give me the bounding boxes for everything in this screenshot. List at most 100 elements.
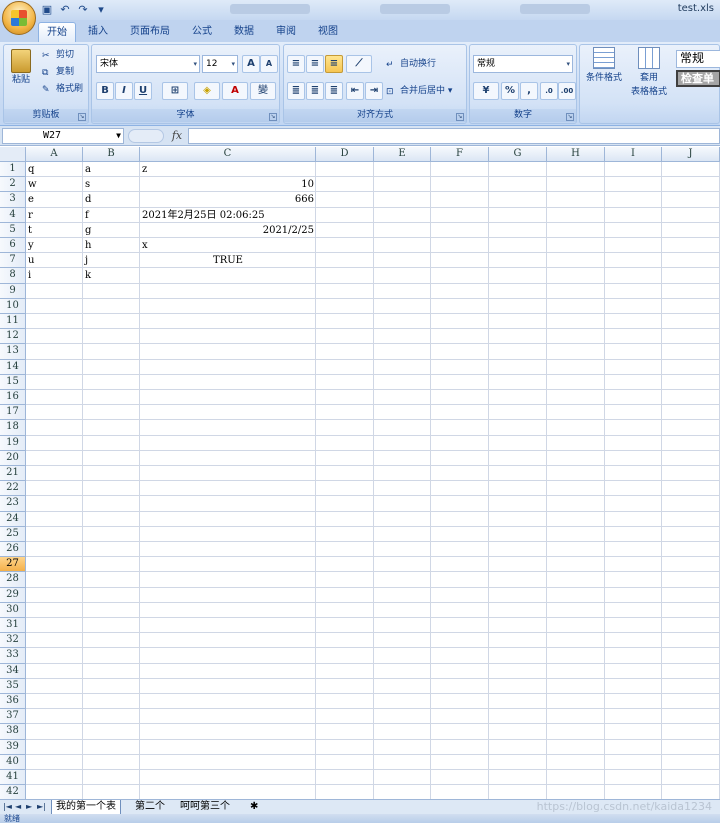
cell-c4[interactable]: 2021年2月25日 02:06:25 bbox=[140, 208, 316, 223]
save-icon[interactable]: ▣ bbox=[40, 3, 54, 17]
customize-qat-icon[interactable]: ▾ bbox=[94, 3, 108, 17]
fill-color-button[interactable]: ◈ bbox=[194, 82, 220, 100]
undo-icon[interactable]: ↶ bbox=[58, 3, 72, 17]
row-header-2[interactable]: 2 bbox=[0, 177, 26, 193]
row-header-41[interactable]: 41 bbox=[0, 770, 26, 786]
insert-sheet-button[interactable]: ✱ bbox=[246, 800, 262, 814]
tab-data[interactable]: 数据 bbox=[228, 22, 260, 42]
row-header-30[interactable]: 30 bbox=[0, 602, 26, 618]
decrease-indent-button[interactable]: ⇤ bbox=[346, 82, 364, 100]
column-header-d[interactable]: D bbox=[316, 147, 374, 162]
cell-a1[interactable]: q bbox=[26, 162, 83, 177]
cell-b3[interactable]: d bbox=[83, 192, 140, 207]
copy-button[interactable]: ⧉ 复制 bbox=[42, 65, 74, 79]
column-header-a[interactable]: A bbox=[26, 147, 83, 162]
row-header-10[interactable]: 10 bbox=[0, 298, 26, 314]
row-header-5[interactable]: 5 bbox=[0, 222, 26, 238]
accounting-format-button[interactable]: ¥ bbox=[473, 82, 499, 100]
orientation-button[interactable]: ⟋ bbox=[346, 55, 372, 73]
sheet-tab-1[interactable]: 我的第一个表 bbox=[51, 800, 121, 814]
row-header-31[interactable]: 31 bbox=[0, 618, 26, 634]
tab-view[interactable]: 视图 bbox=[312, 22, 344, 42]
align-right-button[interactable]: ≣ bbox=[325, 82, 343, 100]
row-header-26[interactable]: 26 bbox=[0, 542, 26, 558]
row-header-36[interactable]: 36 bbox=[0, 694, 26, 710]
font-launcher-icon[interactable]: ↘ bbox=[269, 113, 277, 121]
borders-button[interactable]: ⊞ bbox=[162, 82, 188, 100]
row-header-21[interactable]: 21 bbox=[0, 466, 26, 482]
paste-button[interactable]: 粘贴 bbox=[8, 49, 34, 99]
alignment-launcher-icon[interactable]: ↘ bbox=[456, 113, 464, 121]
column-header-j[interactable]: J bbox=[662, 147, 720, 162]
row-header-35[interactable]: 35 bbox=[0, 678, 26, 694]
cell-c2[interactable]: 10 bbox=[140, 177, 316, 192]
redo-icon[interactable]: ↷ bbox=[76, 3, 90, 17]
cell-a3[interactable]: e bbox=[26, 192, 83, 207]
insert-function-button[interactable]: fx bbox=[166, 128, 188, 144]
decrease-decimal-button[interactable]: .00 bbox=[558, 82, 576, 100]
select-all-button[interactable] bbox=[0, 147, 26, 162]
first-sheet-icon[interactable]: |◄ bbox=[3, 800, 12, 814]
italic-button[interactable]: I bbox=[115, 82, 133, 100]
row-header-18[interactable]: 18 bbox=[0, 420, 26, 436]
column-header-e[interactable]: E bbox=[374, 147, 431, 162]
row-header-15[interactable]: 15 bbox=[0, 374, 26, 390]
row-header-23[interactable]: 23 bbox=[0, 496, 26, 512]
prev-sheet-icon[interactable]: ◄ bbox=[15, 800, 21, 814]
percent-button[interactable]: % bbox=[501, 82, 519, 100]
column-header-f[interactable]: F bbox=[431, 147, 489, 162]
cell-b8[interactable]: k bbox=[83, 268, 140, 283]
font-color-button[interactable]: A bbox=[222, 82, 248, 100]
format-painter-button[interactable]: ✎ 格式刷 bbox=[42, 82, 83, 96]
tab-page-layout[interactable]: 页面布局 bbox=[122, 22, 178, 42]
row-header-37[interactable]: 37 bbox=[0, 709, 26, 725]
tab-insert[interactable]: 插入 bbox=[80, 22, 116, 42]
row-header-24[interactable]: 24 bbox=[0, 511, 26, 527]
cell-b4[interactable]: f bbox=[83, 208, 140, 223]
row-header-4[interactable]: 4 bbox=[0, 207, 26, 223]
worksheet-grid[interactable]: A B C D E F G H I J 1 2 3 4 5 6 7 8 9 10 11 12 13 14 15 16 17 18 19 2… bbox=[0, 147, 720, 799]
row-header-39[interactable]: 39 bbox=[0, 739, 26, 755]
grow-font-button[interactable]: A bbox=[242, 55, 260, 73]
row-header-12[interactable]: 12 bbox=[0, 329, 26, 345]
cell-a4[interactable]: r bbox=[26, 208, 83, 223]
cell-b5[interactable]: g bbox=[83, 223, 140, 238]
cell-b2[interactable]: s bbox=[83, 177, 140, 192]
align-bottom-button[interactable]: ≡ bbox=[325, 55, 343, 73]
row-header-34[interactable]: 34 bbox=[0, 663, 26, 679]
cell-c3[interactable]: 666 bbox=[140, 192, 316, 207]
sheet-tab-3[interactable]: 呵呵第三个 bbox=[176, 800, 234, 814]
row-header-13[interactable]: 13 bbox=[0, 344, 26, 360]
next-sheet-icon[interactable]: ► bbox=[26, 800, 32, 814]
cell-b1[interactable]: a bbox=[83, 162, 140, 177]
row-header-8[interactable]: 8 bbox=[0, 268, 26, 284]
shrink-font-button[interactable]: A bbox=[260, 55, 278, 73]
increase-indent-button[interactable]: ⇥ bbox=[365, 82, 383, 100]
cell-c6[interactable]: x bbox=[140, 238, 316, 253]
row-header-14[interactable]: 14 bbox=[0, 359, 26, 375]
row-header-17[interactable]: 17 bbox=[0, 405, 26, 421]
comma-button[interactable]: , bbox=[520, 82, 538, 100]
column-header-i[interactable]: I bbox=[605, 147, 662, 162]
row-header-20[interactable]: 20 bbox=[0, 450, 26, 466]
align-top-button[interactable]: ≡ bbox=[287, 55, 305, 73]
cell-a8[interactable]: i bbox=[26, 268, 83, 283]
tab-home[interactable]: 开始 bbox=[38, 22, 76, 42]
row-header-42[interactable]: 42 bbox=[0, 785, 26, 799]
cut-button[interactable]: ✂ 剪切 bbox=[42, 48, 74, 62]
row-header-19[interactable]: 19 bbox=[0, 435, 26, 451]
clipboard-launcher-icon[interactable]: ↘ bbox=[78, 113, 86, 121]
row-header-6[interactable]: 6 bbox=[0, 238, 26, 254]
sheet-tab-2[interactable]: 第二个 bbox=[131, 800, 169, 814]
column-header-h[interactable]: H bbox=[547, 147, 605, 162]
font-family-combo[interactable]: 宋体 ▾ bbox=[96, 55, 200, 73]
row-header-11[interactable]: 11 bbox=[0, 314, 26, 330]
column-header-g[interactable]: G bbox=[489, 147, 547, 162]
row-header-1[interactable]: 1 bbox=[0, 162, 26, 178]
align-center-button[interactable]: ≣ bbox=[306, 82, 324, 100]
increase-decimal-button[interactable]: .0 bbox=[540, 82, 558, 100]
formula-input[interactable] bbox=[188, 128, 720, 144]
conditional-format-button[interactable]: 条件格式 bbox=[582, 47, 626, 85]
cell-a7[interactable]: u bbox=[26, 253, 83, 268]
tab-review[interactable]: 审阅 bbox=[270, 22, 302, 42]
